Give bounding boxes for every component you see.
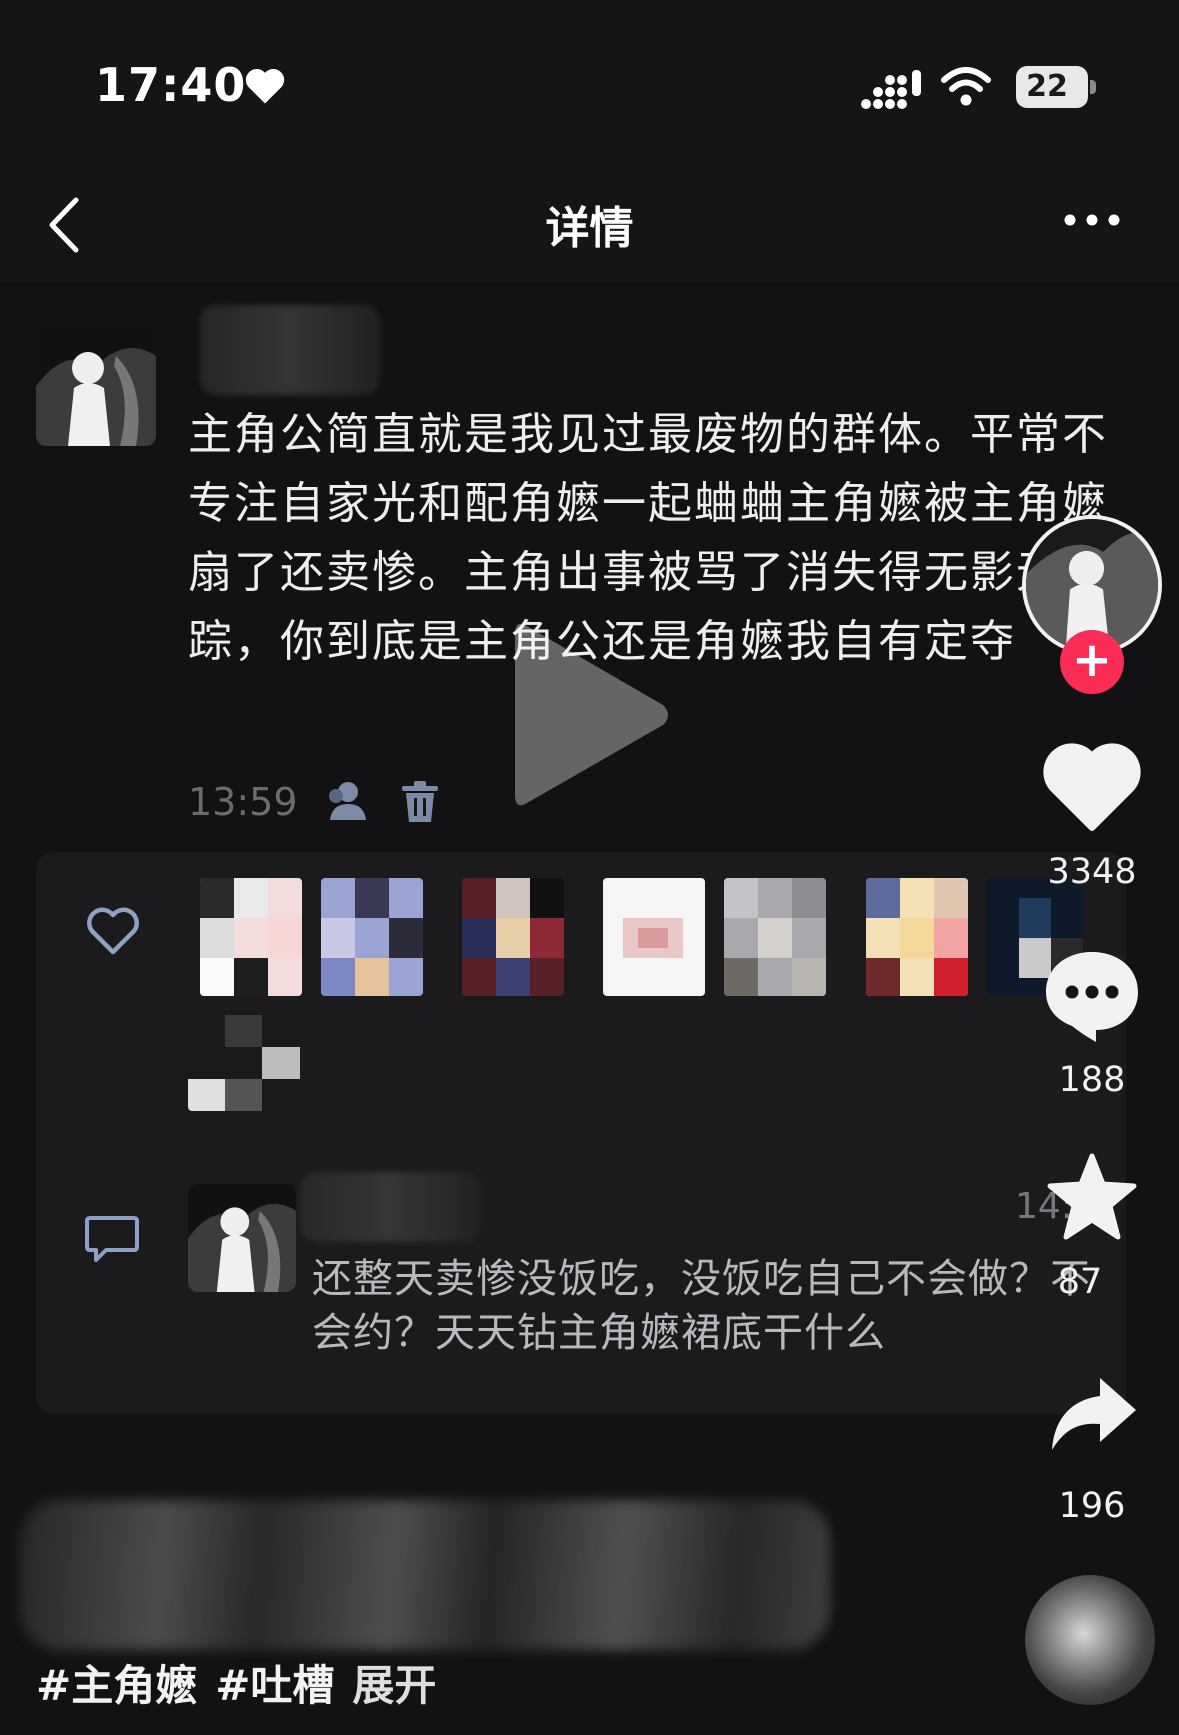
liker-avatar[interactable] (321, 878, 423, 996)
signal-icon (861, 70, 921, 109)
author-name-redacted (200, 305, 380, 395)
comment-icon[interactable] (1042, 946, 1142, 1046)
music-disc-icon[interactable] (1025, 1575, 1155, 1705)
play-icon[interactable] (505, 615, 675, 815)
liker-avatar[interactable] (603, 878, 705, 996)
delete-icon[interactable] (400, 780, 440, 824)
comment-bubble-icon (85, 1216, 139, 1262)
friends-visibility-icon (329, 782, 366, 820)
favorite-count: 87 (1057, 1262, 1103, 1302)
hashtag-link[interactable]: #吐槽 (215, 1661, 334, 1710)
like-count: 3348 (1047, 852, 1137, 892)
screen: 17:40 22 详情 主角公简直就是我见过最废物的群体。平常不专注自家光和配角… (0, 0, 1179, 1735)
wifi-icon (941, 67, 991, 106)
share-count: 196 (1058, 1486, 1126, 1526)
hashtag-link[interactable]: #主角嬷 (36, 1661, 197, 1710)
battery-icon: 22 (1016, 66, 1098, 108)
caption-tags: #主角嬷 #吐槽 展开 (36, 1652, 454, 1713)
follow-button[interactable]: + (1060, 630, 1124, 694)
comment-text: 还整天卖惨没饭吃，没饭吃自己不会做？不会约？天天钻主角嬷裙底干什么 (312, 1256, 1091, 1356)
like-heart-icon[interactable] (1042, 740, 1142, 832)
liker-avatar[interactable] (866, 878, 968, 996)
favorite-star-icon[interactable] (1046, 1152, 1138, 1242)
commenter-avatar[interactable] (188, 1184, 296, 1292)
status-bar: 17:40 22 (0, 0, 1179, 170)
caption-redacted (20, 1500, 830, 1650)
comment-count: 188 (1058, 1060, 1126, 1100)
liker-avatar[interactable] (462, 878, 564, 996)
expand-button[interactable]: 展开 (352, 1661, 436, 1710)
author-avatar[interactable] (36, 326, 156, 446)
commenter-name-redacted (300, 1172, 480, 1242)
liker-avatar[interactable] (724, 878, 826, 996)
nav-bar: 详情 (0, 170, 1179, 282)
liker-avatar[interactable] (200, 878, 302, 996)
heart-icon (245, 69, 285, 104)
liker-avatar[interactable] (188, 1015, 300, 1111)
battery-level: 22 (1026, 69, 1068, 104)
more-icon[interactable] (1060, 200, 1124, 240)
post-time: 13:59 (188, 780, 298, 824)
page-title: 详情 (545, 203, 634, 254)
like-list-heart-icon (87, 907, 139, 955)
status-time: 17:40 (95, 58, 247, 112)
share-icon[interactable] (1048, 1374, 1140, 1454)
